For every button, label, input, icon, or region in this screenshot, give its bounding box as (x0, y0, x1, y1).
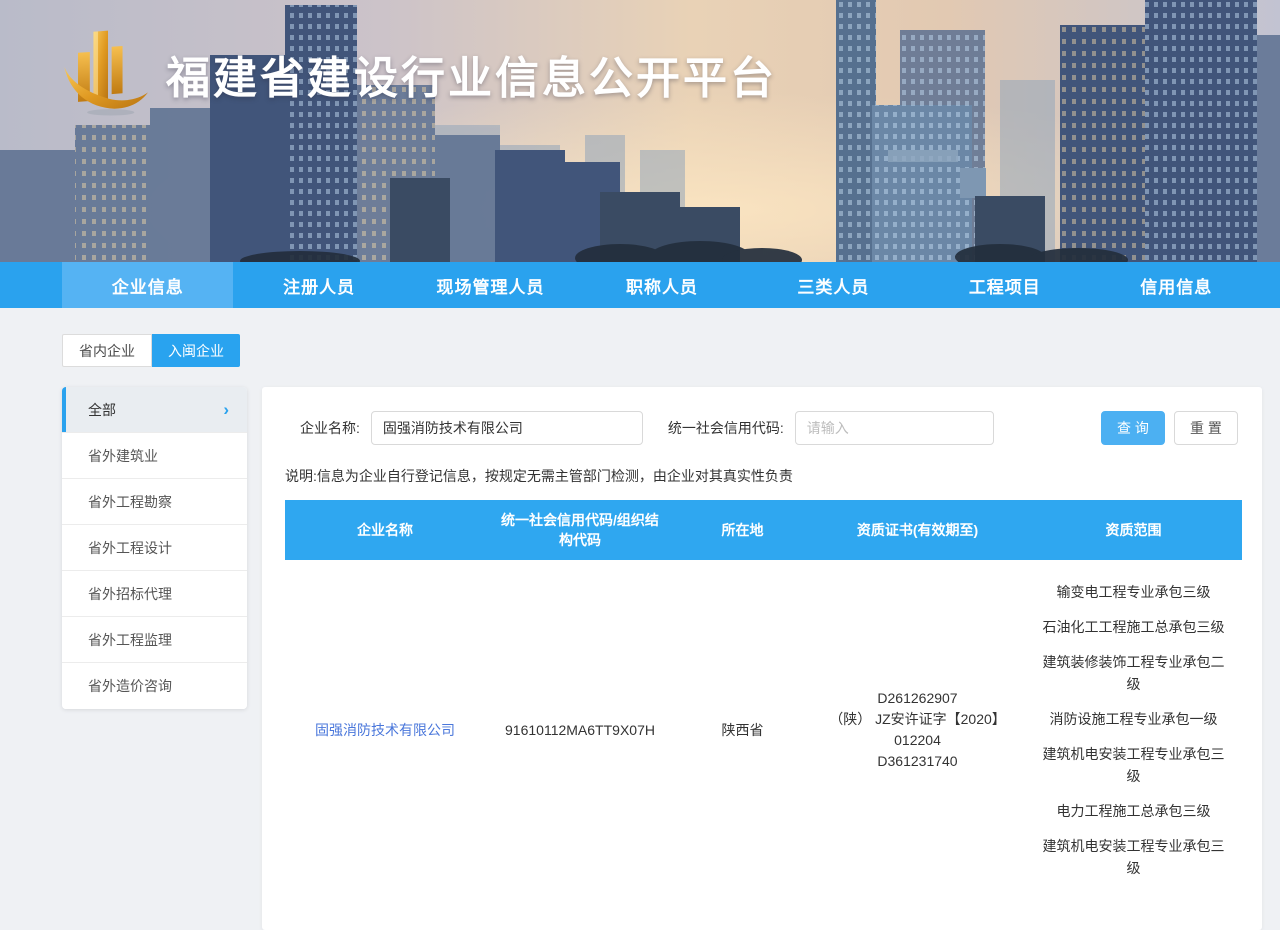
cell-location: 陕西省 (721, 721, 764, 738)
search-form: 企业名称: 统一社会信用代码: 查 询 重 置 (300, 411, 1238, 445)
qualification-item: 建筑机电安装工程专业承包三级 (1042, 746, 1225, 784)
reset-button[interactable]: 重 置 (1174, 411, 1238, 445)
col-certificate: 资质证书(有效期至) (810, 500, 1025, 560)
sidebar-item-construction[interactable]: 省外建筑业 (62, 433, 247, 479)
qualification-item: 石油化工工程施工总承包三级 (1042, 619, 1225, 635)
qualification-item: 电力工程施工总承包三级 (1056, 803, 1211, 819)
nav-tab-credit-info[interactable]: 信用信息 (1091, 262, 1262, 308)
chevron-right-icon: › (223, 399, 229, 419)
cell-company-name: 固强消防技术有限公司 (285, 560, 485, 900)
company-link[interactable]: 固强消防技术有限公司 (315, 722, 455, 738)
subtab-province-internal[interactable]: 省内企业 (62, 334, 152, 367)
sidebar-item-label: 省外工程勘察 (88, 493, 172, 510)
qualification-item: 消防设施工程专业承包一级 (1049, 711, 1218, 727)
certificate-number: D361231740 (877, 753, 958, 769)
sidebar-item-survey[interactable]: 省外工程勘察 (62, 479, 247, 525)
col-qualification-scope: 资质范围 (1025, 500, 1242, 560)
main-nav: 企业信息 注册人员 现场管理人员 职称人员 三类人员 工程项目 信用信息 (0, 262, 1280, 308)
results-table: 企业名称 统一社会信用代码/组织结构代码 所在地 资质证书(有效期至) 资质范围… (285, 500, 1242, 900)
company-name-input[interactable] (370, 411, 643, 445)
col-credit-code: 统一社会信用代码/组织结构代码 (485, 500, 675, 560)
nav-tab-three-types-personnel[interactable]: 三类人员 (748, 262, 919, 308)
sidebar-item-label: 省外建筑业 (88, 447, 158, 464)
site-header: 福建省建设行业信息公开平台 (0, 0, 1280, 262)
sidebar-item-label: 省外工程监理 (88, 631, 172, 648)
company-name-label: 企业名称: (300, 420, 360, 436)
nav-tab-engineering-projects[interactable]: 工程项目 (919, 262, 1090, 308)
content-area: 省内企业 入闽企业 全部 › 省外建筑业 省外工程勘察 省外工程设计 省外招标代… (62, 334, 1262, 930)
sidebar-item-all[interactable]: 全部 › (62, 387, 247, 433)
certificate-number: D261262907 (877, 690, 958, 706)
qualification-item: 输变电工程专业承包三级 (1056, 584, 1211, 600)
table-row: 固强消防技术有限公司 91610112MA6TT9X07H 陕西省 D26126… (285, 560, 1242, 900)
qualification-item: 建筑装修装饰工程专业承包二级 (1042, 654, 1225, 692)
disclaimer-note: 说明:信息为企业自行登记信息，按规定无需主管部门检测，由企业对其真实性负责 (285, 468, 793, 484)
sidebar-item-design[interactable]: 省外工程设计 (62, 525, 247, 571)
sidebar-item-label: 全部 (88, 401, 116, 418)
main-panel: 企业名称: 统一社会信用代码: 查 询 重 置 说明:信息为企业自行登记信息，按… (262, 387, 1262, 930)
col-company-name: 企业名称 (285, 500, 485, 560)
page: 福建省建设行业信息公开平台 企业信息 注册人员 现场管理人员 职称人员 三类人员… (0, 0, 1280, 930)
sidebar-item-label: 省外造价咨询 (88, 678, 172, 694)
subtab-province-entering[interactable]: 入闽企业 (152, 334, 240, 367)
category-sidebar: 全部 › 省外建筑业 省外工程勘察 省外工程设计 省外招标代理 省外工程监理 省… (62, 387, 247, 709)
cell-certificates: D261262907 （陕） JZ安许证字【2020】012204 D36123… (810, 560, 1025, 900)
sidebar-item-cost-consulting[interactable]: 省外造价咨询 (62, 663, 247, 709)
query-button[interactable]: 查 询 (1101, 411, 1165, 445)
cell-qualifications: 输变电工程专业承包三级 石油化工工程施工总承包三级 建筑装修装饰工程专业承包二级… (1025, 560, 1242, 900)
table-header-row: 企业名称 统一社会信用代码/组织结构代码 所在地 资质证书(有效期至) 资质范围 (285, 500, 1242, 560)
sidebar-item-bidding-agency[interactable]: 省外招标代理 (62, 571, 247, 617)
cell-credit-code: 91610112MA6TT9X07H (505, 721, 655, 738)
col-location: 所在地 (675, 500, 810, 560)
nav-tab-enterprise-info[interactable]: 企业信息 (62, 262, 234, 308)
certificate-number: （陕） JZ安许证字【2020】012204 (829, 711, 1006, 748)
qualification-item: 建筑机电安装工程专业承包三级 (1042, 838, 1225, 876)
nav-tab-site-management-personnel[interactable]: 现场管理人员 (405, 262, 576, 308)
enterprise-scope-subtabs: 省内企业 入闽企业 (62, 334, 1262, 367)
nav-tab-title-personnel[interactable]: 职称人员 (576, 262, 747, 308)
sidebar-item-label: 省外招标代理 (88, 585, 172, 602)
brand: 福建省建设行业信息公开平台 (58, 14, 777, 118)
sidebar-item-label: 省外工程设计 (88, 539, 172, 556)
nav-tab-registered-personnel[interactable]: 注册人员 (233, 262, 404, 308)
credit-code-label: 统一社会信用代码: (667, 420, 784, 436)
credit-code-input[interactable] (794, 411, 994, 445)
platform-logo-icon (64, 30, 148, 116)
site-title: 福建省建设行业信息公开平台 (166, 54, 777, 103)
sidebar-item-supervision[interactable]: 省外工程监理 (62, 617, 247, 663)
